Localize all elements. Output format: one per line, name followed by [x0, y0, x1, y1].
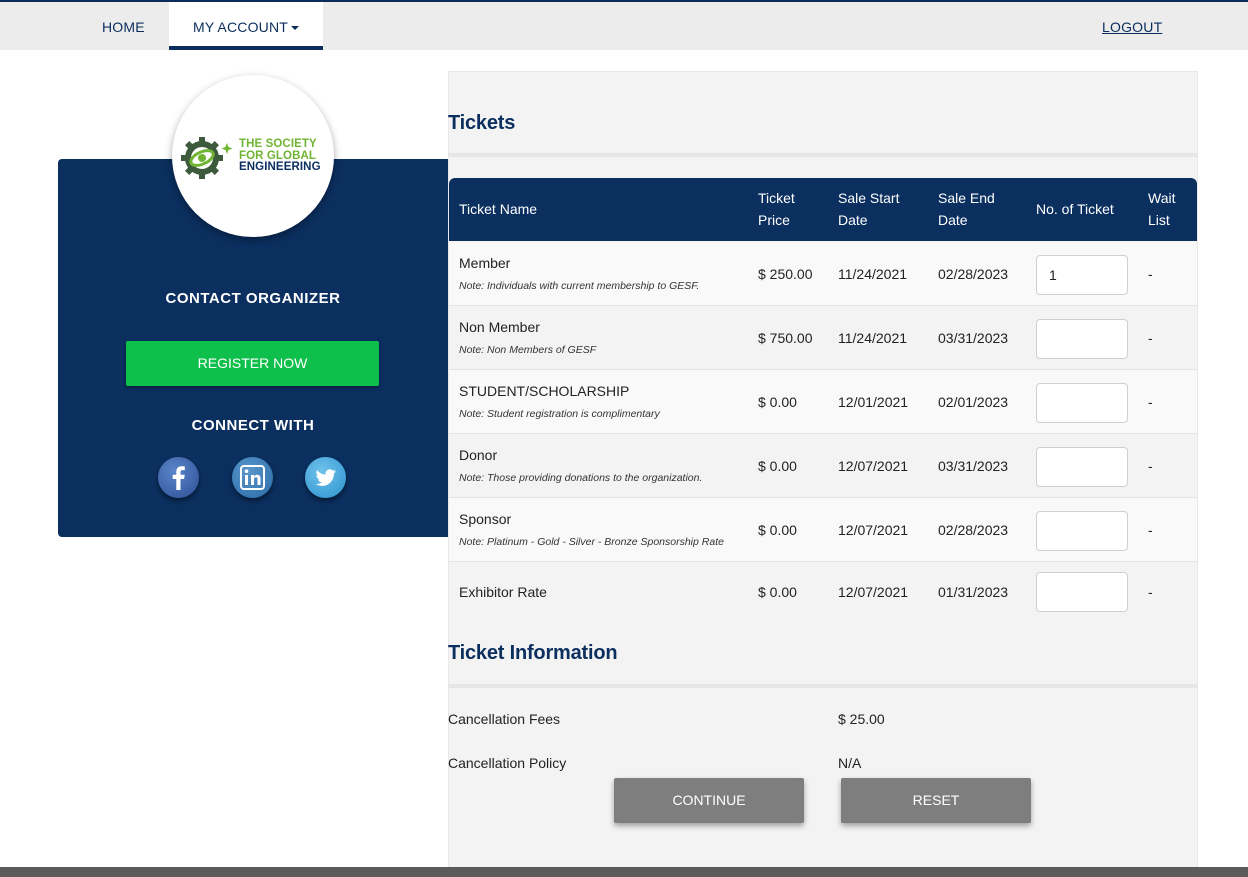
- header-ticket-price: Ticket Price: [758, 187, 795, 231]
- ticket-quantity-input[interactable]: [1036, 255, 1128, 295]
- register-now-button[interactable]: REGISTER NOW: [126, 341, 379, 386]
- logo-line-3: ENGINEERING: [239, 161, 321, 173]
- header-sale-start: Sale Start Date: [838, 187, 899, 231]
- ticket-note: Note: Non Members of GESF: [459, 344, 597, 356]
- cancellation-fees-value: $ 25.00: [838, 711, 885, 727]
- ticket-price: $ 0.00: [758, 394, 797, 410]
- gear-logo-icon: [181, 137, 233, 179]
- ticket-row-non-member: Non Member Note: Non Members of GESF $ 7…: [449, 306, 1197, 370]
- ticket-price: $ 0.00: [758, 458, 797, 474]
- connect-with-heading: CONNECT WITH: [191, 417, 315, 434]
- twitter-icon[interactable]: [305, 457, 346, 498]
- logo-text: THE SOCIETY FOR GLOBAL ENGINEERING: [239, 138, 321, 174]
- ticket-wait-list: -: [1148, 266, 1153, 282]
- logo-line-1: THE SOCIETY: [239, 138, 317, 150]
- ticket-quantity-input[interactable]: [1036, 319, 1128, 359]
- top-navbar: HOME MY ACCOUNT LOGOUT: [0, 2, 1248, 50]
- caret-down-icon: [291, 26, 300, 31]
- ticket-sale-end: 02/01/2023: [938, 394, 1009, 410]
- ticket-sale-start: 12/01/2021: [838, 394, 909, 410]
- ticket-row-donor: Donor Note: Those providing donations to…: [449, 434, 1197, 498]
- ticket-row-sponsor: Sponsor Note: Platinum - Gold - Silver -…: [449, 498, 1197, 562]
- ticket-name: Member: [459, 255, 511, 271]
- ticket-name: Donor: [459, 447, 498, 463]
- ticket-sale-start: 11/24/2021: [838, 266, 908, 282]
- cancellation-policy-value: N/A: [838, 755, 862, 771]
- ticket-quantity-input[interactable]: [1036, 511, 1128, 551]
- ticket-wait-list: -: [1148, 394, 1153, 410]
- ticket-quantity-input[interactable]: [1036, 447, 1128, 487]
- ticket-price: $ 0.00: [758, 522, 797, 538]
- header-num-tickets: No. of Ticket: [1036, 201, 1114, 217]
- organizer-logo: THE SOCIETY FOR GLOBAL ENGINEERING: [172, 75, 334, 237]
- header-ticket-price-line1: Ticket: [758, 190, 795, 206]
- ticket-wait-list: -: [1148, 458, 1153, 474]
- linkedin-icon[interactable]: [232, 457, 273, 498]
- nav-my-account-dropdown[interactable]: MY ACCOUNT: [169, 2, 323, 50]
- ticket-wait-list: -: [1148, 330, 1153, 346]
- footer-bar: [0, 867, 1248, 877]
- ticket-row-student: STUDENT/SCHOLARSHIP Note: Student regist…: [449, 370, 1197, 434]
- header-ticket-name: Ticket Name: [459, 201, 538, 217]
- ticket-note: Note: Platinum - Gold - Silver - Bronze …: [459, 536, 724, 548]
- ticket-note: Note: Student registration is compliment…: [459, 408, 660, 420]
- ticket-sale-end: 01/31/2023: [938, 584, 1009, 600]
- ticket-sale-start: 12/07/2021: [838, 458, 909, 474]
- ticket-name: Exhibitor Rate: [459, 584, 547, 600]
- ticket-note: Note: Those providing donations to the o…: [459, 472, 703, 484]
- ticket-sale-end: 03/31/2023: [938, 458, 1009, 474]
- header-sale-end: Sale End Date: [938, 187, 995, 231]
- ticket-note: Note: Individuals with current membershi…: [459, 280, 700, 292]
- ticket-sale-start: 11/24/2021: [838, 330, 908, 346]
- nav-my-account-label: MY ACCOUNT: [192, 19, 289, 35]
- ticket-row-exhibitor: Exhibitor Rate $ 0.00 12/07/2021 01/31/2…: [449, 562, 1197, 622]
- ticket-price: $ 0.00: [758, 584, 797, 600]
- ticket-information-divider: [448, 684, 1198, 688]
- header-sale-end-line2: Date: [938, 212, 968, 228]
- ticket-name: Sponsor: [459, 511, 512, 527]
- tickets-divider: [448, 153, 1198, 157]
- contact-organizer-link[interactable]: CONTACT ORGANIZER: [58, 290, 448, 307]
- ticket-sale-start: 12/07/2021: [838, 584, 909, 600]
- facebook-icon[interactable]: [158, 457, 199, 498]
- ticket-sale-end: 02/28/2023: [938, 522, 1009, 538]
- header-sale-end-line1: Sale End: [938, 190, 995, 206]
- cancellation-policy-label: Cancellation Policy: [448, 755, 567, 771]
- ticket-sale-start: 12/07/2021: [838, 522, 909, 538]
- ticket-information-heading: Ticket Information: [448, 642, 618, 664]
- reset-button[interactable]: RESET: [841, 778, 1031, 823]
- ticket-quantity-input[interactable]: [1036, 383, 1128, 423]
- ticket-sale-end: 03/31/2023: [938, 330, 1009, 346]
- tickets-table-header: Ticket Name Ticket Price Sale Start Date S…: [449, 178, 1197, 241]
- cancellation-fees-label: Cancellation Fees: [448, 711, 561, 727]
- ticket-price: $ 750.00: [758, 330, 813, 346]
- header-sale-start-line1: Sale Start: [838, 190, 900, 206]
- continue-button[interactable]: CONTINUE: [614, 778, 804, 823]
- header-ticket-price-line2: Price: [758, 212, 790, 228]
- header-wait-list-line2: List: [1148, 212, 1170, 228]
- tickets-heading: Tickets: [448, 112, 516, 134]
- ticket-name: Non Member: [459, 319, 540, 335]
- ticket-price: $ 250.00: [758, 266, 813, 282]
- header-wait-list: Wait List: [1148, 187, 1175, 231]
- header-wait-list-line1: Wait: [1148, 190, 1176, 206]
- header-sale-start-line2: Date: [838, 212, 868, 228]
- ticket-quantity-input[interactable]: [1036, 572, 1128, 612]
- ticket-name: STUDENT/SCHOLARSHIP: [459, 383, 630, 399]
- ticket-row-member: Member Note: Individuals with current me…: [449, 242, 1197, 306]
- nav-logout-link[interactable]: LOGOUT: [1102, 2, 1162, 50]
- ticket-wait-list: -: [1148, 584, 1153, 600]
- nav-home-link[interactable]: HOME: [102, 2, 145, 50]
- ticket-sale-end: 02/28/2023: [938, 266, 1009, 282]
- ticket-wait-list: -: [1148, 522, 1153, 538]
